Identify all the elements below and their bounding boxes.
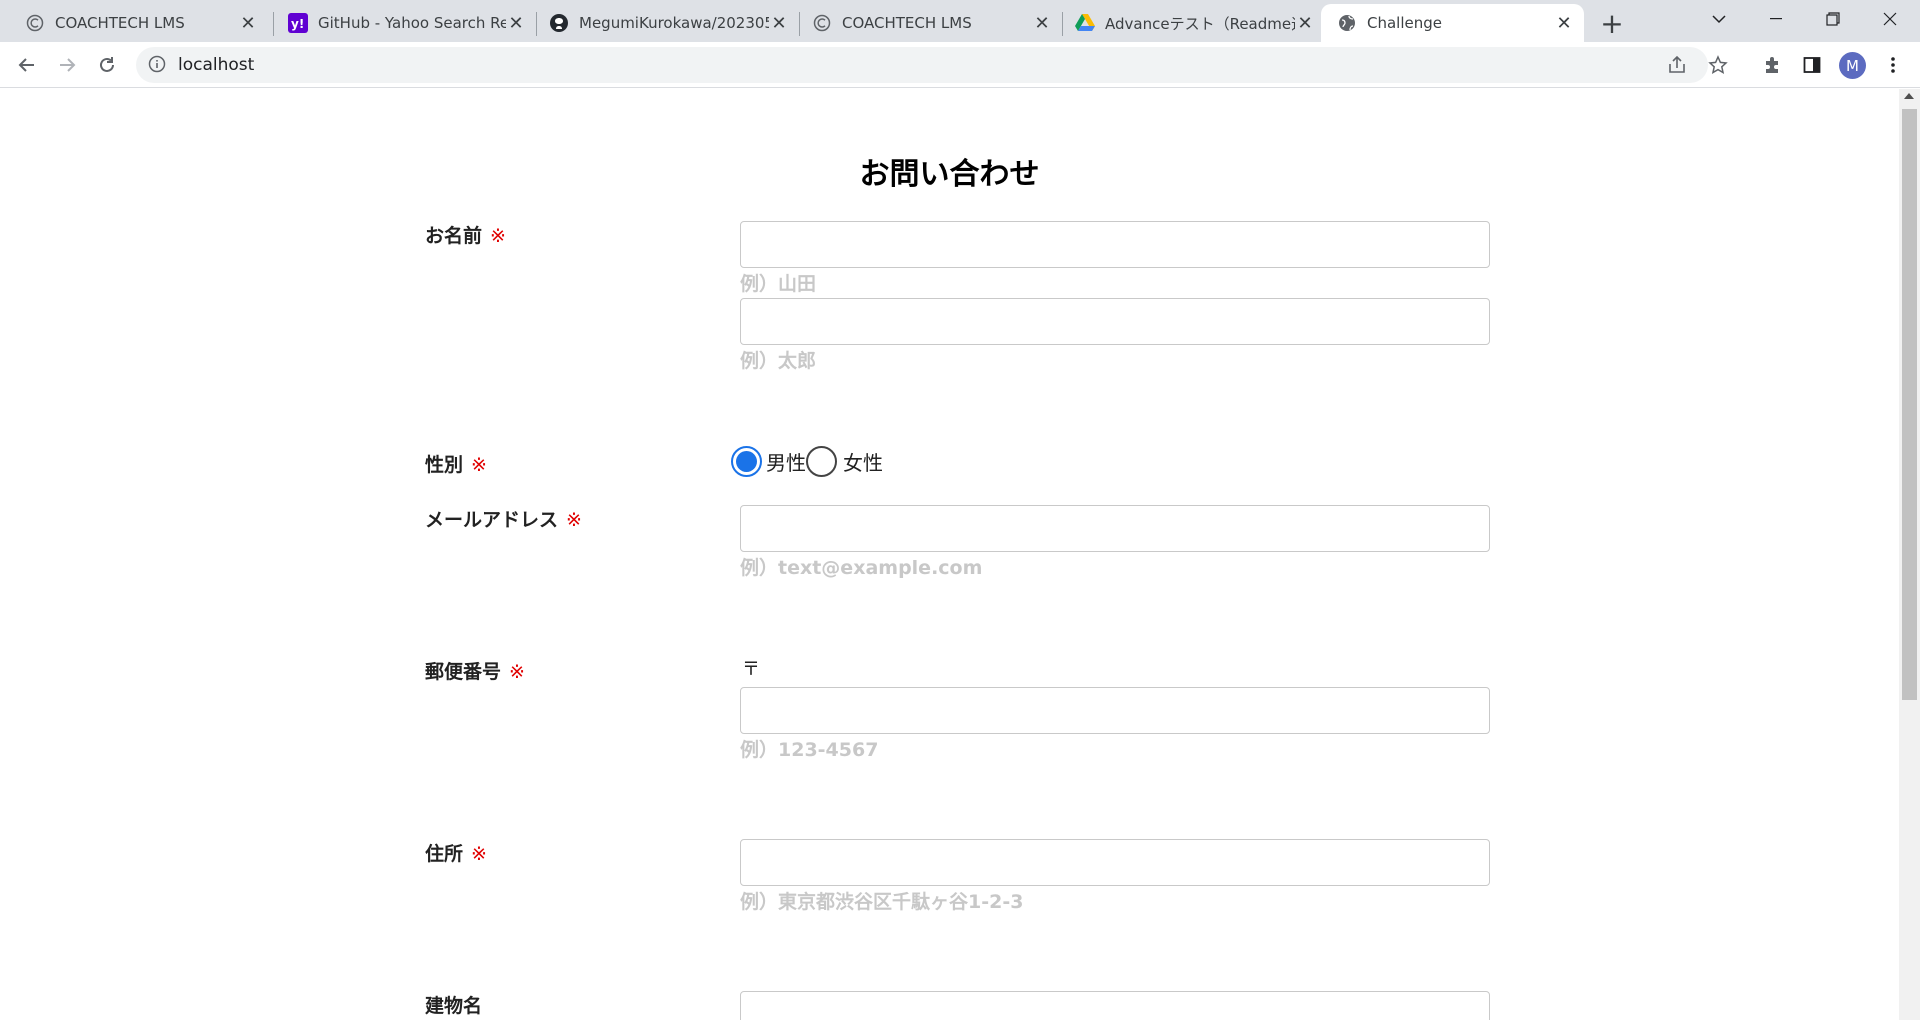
last-name-hint: 例）山田: [740, 273, 817, 295]
postal-label: 郵便番号 ※: [425, 657, 525, 684]
tab-title: MegumiKurokawa/2023052: [579, 14, 769, 32]
minimize-button[interactable]: [1749, 0, 1803, 38]
tab-search-button[interactable]: [1692, 0, 1746, 38]
restore-icon: [1826, 12, 1840, 26]
new-tab-button[interactable]: +: [1597, 7, 1627, 40]
required-mark: ※: [509, 661, 525, 683]
restore-button[interactable]: [1806, 0, 1860, 38]
close-icon[interactable]: ✕: [238, 13, 258, 34]
address-field[interactable]: [740, 839, 1490, 886]
reload-icon: [100, 57, 114, 72]
gender-label: 性別 ※: [425, 450, 487, 477]
last-name-input[interactable]: [740, 221, 1490, 268]
label-text: お名前: [425, 225, 483, 247]
tab-title: COACHTECH LMS: [55, 14, 185, 32]
coachtech-icon: [812, 13, 832, 33]
arrow-left-icon: [18, 58, 34, 72]
label-text: 郵便番号: [425, 661, 502, 683]
browser-tab[interactable]: COACHTECH LMS ✕: [0, 4, 268, 42]
chevron-down-icon: [1712, 15, 1726, 24]
browser-tab[interactable]: Advanceテスト（Readme追 ✕: [1067, 4, 1325, 42]
email-field[interactable]: [740, 505, 1490, 552]
reload-button[interactable]: [92, 50, 122, 80]
building-label: 建物名: [425, 995, 483, 1017]
menu-button[interactable]: [1878, 50, 1908, 80]
google-drive-icon: [1075, 13, 1095, 33]
address-hint: 例）東京都渋谷区千駄ヶ谷1-2-3: [740, 891, 1024, 913]
browser-toolbar: localhost M: [0, 42, 1920, 88]
label-text: メールアドレス: [425, 509, 559, 531]
tab-divider: [536, 12, 537, 36]
side-panel-button[interactable]: [1797, 50, 1827, 80]
tab-title: Challenge: [1367, 14, 1442, 32]
radio-female[interactable]: [806, 446, 837, 477]
tab-divider: [1062, 12, 1063, 36]
avatar[interactable]: M: [1839, 52, 1866, 79]
radio-dot: [736, 451, 757, 472]
postal-mark: 〒: [742, 659, 760, 680]
kebab-menu-icon: [1891, 57, 1895, 73]
url-text[interactable]: localhost: [178, 55, 254, 75]
close-icon[interactable]: ✕: [1032, 13, 1052, 34]
browser-tab-active[interactable]: Challenge ✕: [1321, 4, 1584, 42]
github-icon: [549, 13, 569, 33]
forward-button[interactable]: [52, 50, 82, 80]
radio-male[interactable]: [731, 446, 762, 477]
bookmark-star-icon[interactable]: [1706, 53, 1730, 77]
close-icon[interactable]: ✕: [1554, 13, 1574, 34]
gender-radio-group: 男性 女性: [731, 446, 883, 477]
tab-strip: COACHTECH LMS ✕ y! GitHub - Yahoo Search…: [0, 0, 1920, 42]
page-title: お問い合わせ: [859, 157, 1040, 192]
required-mark: ※: [566, 509, 582, 531]
share-icon[interactable]: [1665, 53, 1689, 77]
email-hint: 例）text@example.com: [740, 557, 983, 579]
page-scrollbar[interactable]: [1899, 89, 1920, 1020]
tab-title: GitHub - Yahoo Search Res: [318, 14, 506, 32]
puzzle-icon: [1766, 57, 1778, 73]
name-label: お名前 ※: [425, 221, 506, 248]
address-label: 住所 ※: [425, 839, 487, 866]
browser-tab[interactable]: COACHTECH LMS ✕: [804, 4, 1062, 42]
scroll-up-icon[interactable]: [1904, 93, 1914, 99]
building-field[interactable]: [740, 991, 1490, 1020]
close-window-button[interactable]: [1863, 0, 1917, 38]
tab-title: Advanceテスト（Readme追: [1105, 14, 1295, 33]
first-name-hint: 例）太郎: [740, 350, 817, 372]
globe-icon: [1337, 13, 1357, 33]
label-text: 性別: [425, 454, 464, 476]
close-icon[interactable]: ✕: [1295, 13, 1315, 34]
yahoo-icon: y!: [288, 13, 308, 33]
browser-tab[interactable]: y! GitHub - Yahoo Search Res ✕: [278, 4, 536, 42]
tab-divider: [799, 12, 800, 36]
close-icon[interactable]: ✕: [769, 13, 789, 34]
back-button[interactable]: [12, 50, 42, 80]
arrow-right-icon: [60, 58, 76, 72]
email-label: メールアドレス ※: [425, 505, 582, 532]
minimize-icon: [1770, 18, 1782, 20]
scrollbar-thumb[interactable]: [1902, 109, 1917, 700]
tab-title: COACHTECH LMS: [842, 14, 972, 32]
first-name-input[interactable]: [740, 298, 1490, 345]
postal-code-field[interactable]: [740, 687, 1490, 734]
page-viewport: お問い合わせ お名前 ※ 例）山田 例）太郎 性別 ※ 男性 女性 メールアドレス ※…: [0, 89, 1899, 1020]
info-icon[interactable]: [148, 55, 168, 75]
address-bar[interactable]: localhost: [136, 47, 1728, 83]
close-icon[interactable]: ✕: [506, 13, 526, 34]
required-mark: ※: [471, 843, 487, 865]
required-mark: ※: [490, 225, 506, 247]
radio-female-label[interactable]: 女性: [843, 447, 883, 476]
radio-male-label[interactable]: 男性: [766, 447, 806, 476]
coachtech-icon: [25, 13, 45, 33]
browser-tab[interactable]: MegumiKurokawa/2023052 ✕: [541, 4, 799, 42]
tab-divider: [273, 12, 274, 36]
label-text: 住所: [425, 843, 464, 865]
extensions-button[interactable]: [1757, 50, 1787, 80]
close-icon: [1883, 12, 1897, 26]
required-mark: ※: [471, 454, 487, 476]
side-panel-icon: [1803, 57, 1821, 73]
postal-hint: 例）123-4567: [740, 739, 879, 761]
svg-text:y!: y!: [291, 17, 304, 31]
